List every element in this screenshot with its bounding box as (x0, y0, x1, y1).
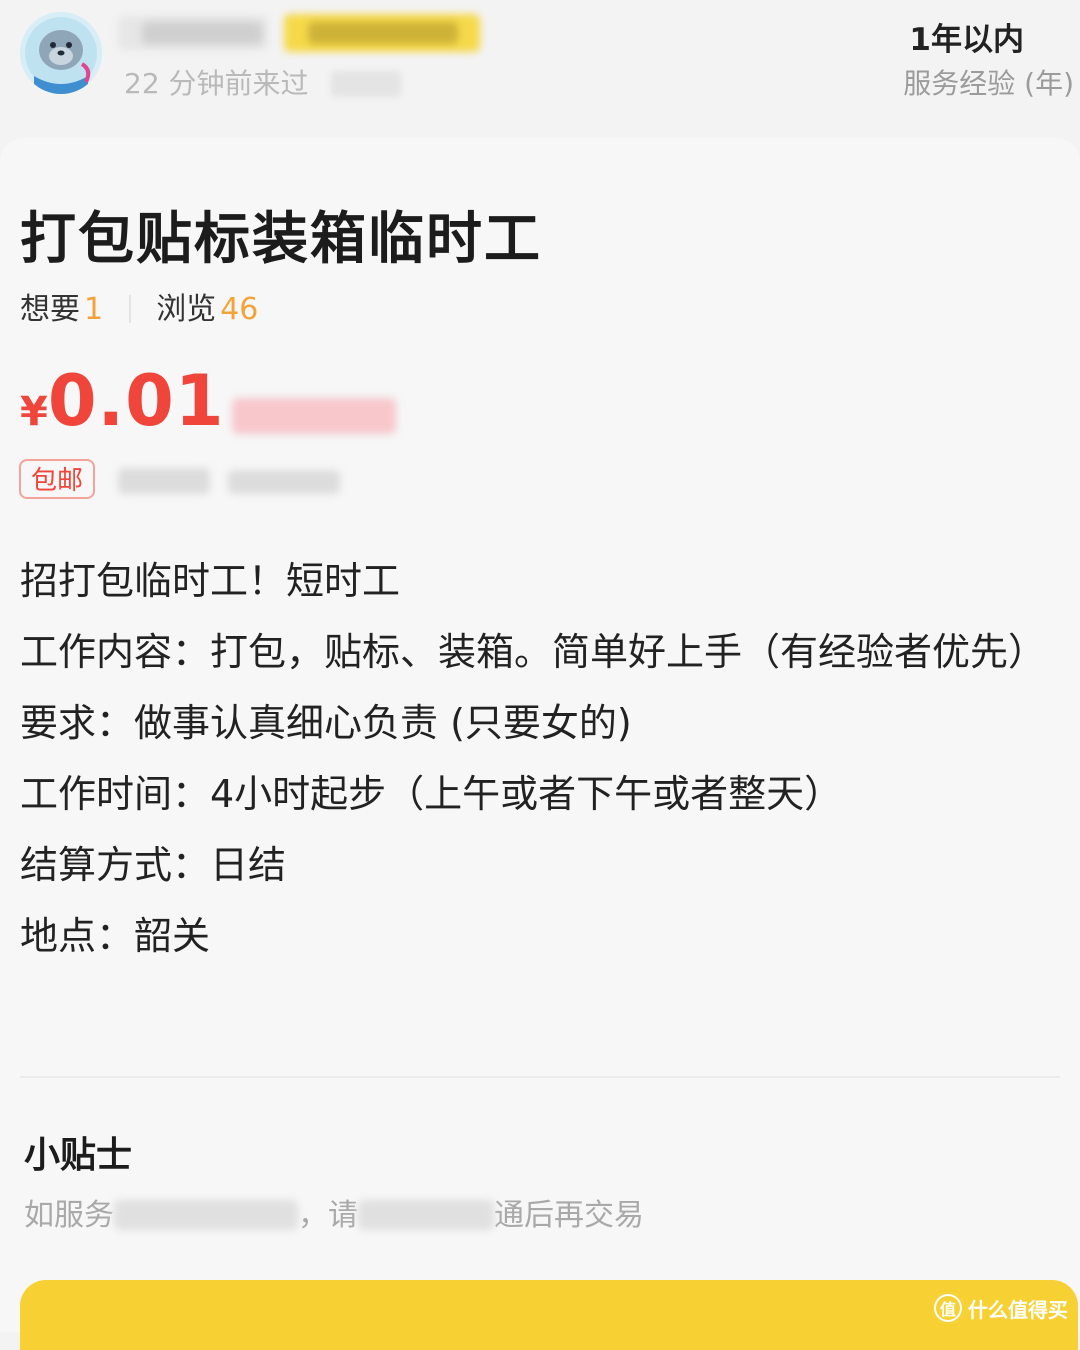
tips-redacted-1 (114, 1200, 298, 1230)
currency-symbol: ¥ (20, 389, 48, 435)
description-line: 地点：韶关 (20, 914, 211, 958)
tips-text-middle: ，请 (298, 1198, 358, 1233)
description-line: 结算方式：日结 (20, 843, 287, 887)
description-line: 工作时间：4小时起步（上午或者下午或者整天） (20, 772, 843, 816)
seal-avatar-icon (20, 12, 102, 94)
want-count: 1 (84, 292, 104, 327)
redacted-location (331, 71, 402, 97)
experience-label: 服务经验 (年) (903, 67, 1074, 100)
description-line: 招打包临时工！短时工 (20, 559, 401, 603)
tips-text-suffix: 通后再交易 (494, 1198, 644, 1233)
seller-name-redacted[interactable] (118, 10, 488, 56)
last-seen-text: 22 分钟前来过 (124, 62, 402, 102)
experience-value: 1年以内 (909, 22, 1024, 58)
price: ¥0.01 (20, 360, 225, 442)
watermark-logo-icon: 值 (934, 1294, 962, 1322)
section-divider (20, 1076, 1060, 1078)
tips-title: 小贴士 (24, 1135, 133, 1176)
description-line: 工作内容：打包，贴标、装箱。简单好上手（有经验者优先） (20, 630, 1047, 674)
description-line: 要求：做事认真细心负责 (只要女的) (20, 701, 632, 745)
watermark-text: 什么值得买 (968, 1297, 1068, 1322)
stats-divider (128, 295, 131, 323)
views-count: 46 (220, 292, 259, 327)
listing-title: 打包贴标装箱临时工 (20, 207, 542, 272)
listing-stats: 想要 1 浏览 46 (20, 284, 258, 328)
redacted-price-note (232, 398, 396, 434)
views-label: 浏览 (156, 292, 217, 327)
seller-header: 22 分钟前来过 1年以内 服务经验 (年) (0, 0, 1080, 140)
site-watermark: 值 什么值得买 (934, 1292, 1068, 1324)
tips-text: 如服务 ，请 通后再交易 (24, 1190, 644, 1234)
price-amount: 0.01 (47, 360, 225, 442)
bottom-action-bar[interactable] (20, 1280, 1078, 1350)
tips-redacted-2 (358, 1200, 494, 1230)
free-shipping-tag: 包邮 (19, 459, 95, 499)
listing-description: 招打包临时工！短时工 工作内容：打包，贴标、装箱。简单好上手（有经验者优先） 要… (20, 546, 1060, 972)
redacted-shipping-info (118, 468, 210, 494)
tips-text-prefix: 如服务 (24, 1198, 114, 1233)
redacted-shipping-info-2 (228, 470, 340, 494)
want-label: 想要 (20, 292, 80, 327)
seller-avatar[interactable] (20, 12, 102, 94)
